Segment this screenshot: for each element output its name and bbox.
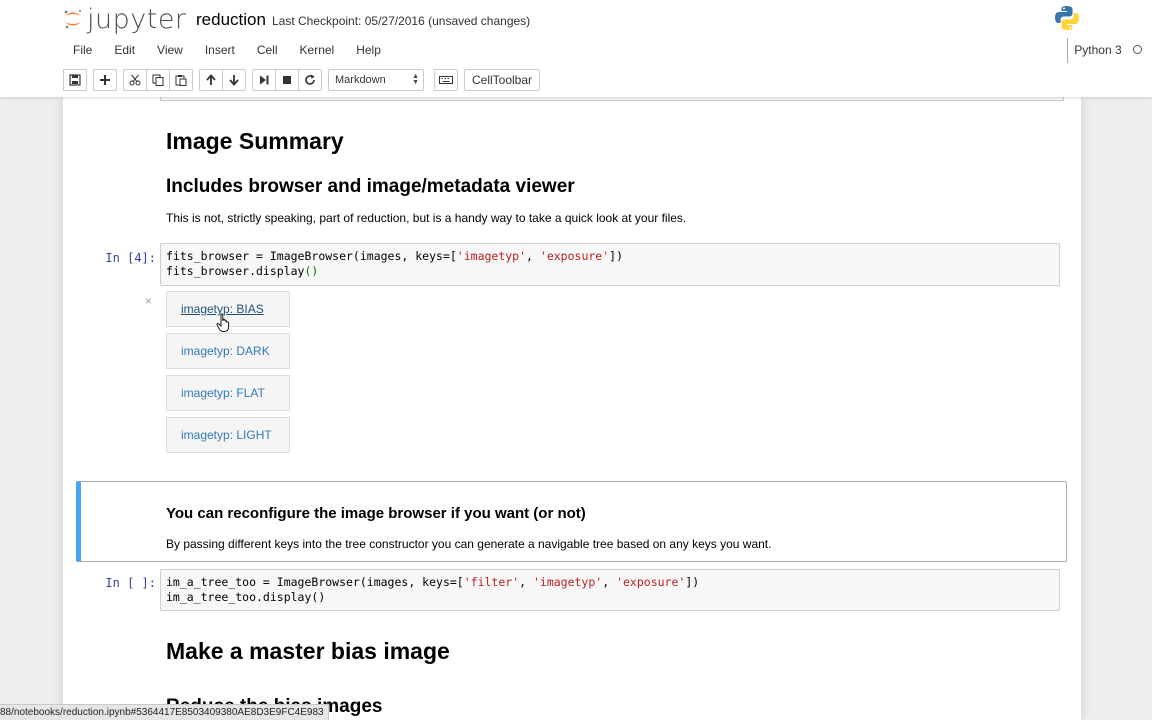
image-browser-flat-button[interactable]: imagetyp: FLAT xyxy=(166,375,290,411)
insert-cell-button[interactable] xyxy=(93,69,117,91)
menu-kernel[interactable]: Kernel xyxy=(289,38,346,63)
code-string: 'imagetyp' xyxy=(456,249,527,263)
hand-pointer-icon xyxy=(216,313,230,332)
step-forward-icon xyxy=(260,75,269,85)
notebook-header: jupyter reduction Last Checkpoint: 05/27… xyxy=(0,0,1152,97)
code-string: 'exposure' xyxy=(616,575,686,589)
celltoolbar-button[interactable]: CellToolbar xyxy=(464,69,541,91)
copy-icon xyxy=(152,74,164,86)
keyboard-icon xyxy=(439,76,453,84)
arrow-up-icon xyxy=(206,74,216,85)
code-cell-tree[interactable]: im_a_tree_too = ImageBrowser(images, key… xyxy=(160,569,1060,611)
move-down-button[interactable] xyxy=(222,69,246,91)
kernel-name: Python 3 xyxy=(1074,43,1122,57)
input-prompt-4: In [4]: xyxy=(105,251,156,265)
menu-view[interactable]: View xyxy=(146,38,194,63)
menu-file[interactable]: File xyxy=(63,38,103,63)
restart-icon xyxy=(305,74,315,85)
code-text: fits_browser = ImageBrowser(images, keys… xyxy=(166,249,457,263)
paste-button[interactable] xyxy=(169,69,193,91)
cut-button[interactable] xyxy=(123,69,147,91)
heading-browser-viewer: Includes browser and image/metadata view… xyxy=(166,176,575,197)
code-text: im_a_tree_too = ImageBrowser(images, key… xyxy=(166,575,464,589)
code-text: im_a_tree_too.display() xyxy=(166,590,326,604)
paragraph-reconfigure: By passing different keys into the tree … xyxy=(166,537,772,551)
code-text: ]) xyxy=(685,575,700,589)
run-cell-button[interactable] xyxy=(252,69,276,91)
checkpoint-status: Last Checkpoint: 05/27/2016 (unsaved cha… xyxy=(272,14,531,28)
copy-button[interactable] xyxy=(146,69,170,91)
restart-kernel-button[interactable] xyxy=(298,69,322,91)
move-up-button[interactable] xyxy=(199,69,223,91)
menu-help[interactable]: Help xyxy=(345,38,392,63)
command-palette-button[interactable] xyxy=(434,69,458,91)
heading-reconfigure: You can reconfigure the image browser if… xyxy=(166,505,586,522)
code-text: fits_browser.display xyxy=(166,264,305,278)
code-parens: () xyxy=(304,264,319,278)
jupyter-orbit-icon xyxy=(64,10,81,29)
save-button[interactable] xyxy=(63,69,87,91)
cell-type-value: Markdown xyxy=(335,74,386,86)
toolbar: Markdown ▲ ▼ CellToolbar xyxy=(63,68,541,92)
heading-master-bias: Make a master bias image xyxy=(166,638,450,664)
code-text: , xyxy=(519,575,533,589)
python-logo-icon xyxy=(1055,6,1079,30)
cell-type-select[interactable]: Markdown ▲ ▼ xyxy=(328,69,424,91)
previous-cell-edge xyxy=(160,97,1064,101)
code-cell-fits-browser[interactable]: fits_browser = ImageBrowser(images, keys… xyxy=(160,243,1060,286)
jupyter-brand-text: jupyter xyxy=(87,3,187,35)
notebook-container: Image Summary Includes browser and image… xyxy=(63,97,1081,720)
code-text: , xyxy=(602,575,617,589)
code-text: , xyxy=(526,249,540,263)
image-browser-light-button[interactable]: imagetyp: LIGHT xyxy=(166,417,290,453)
code-string: 'exposure' xyxy=(539,249,610,263)
menu-insert[interactable]: Insert xyxy=(194,38,246,63)
paste-icon xyxy=(175,75,187,86)
menu-cell[interactable]: Cell xyxy=(246,38,289,63)
menu-edit[interactable]: Edit xyxy=(103,38,146,63)
save-icon xyxy=(69,74,81,86)
interrupt-kernel-button[interactable] xyxy=(275,69,299,91)
arrow-down-icon xyxy=(229,75,239,86)
status-bar-url: 88/notebooks/reduction.ipynb#5364417E850… xyxy=(0,704,329,720)
kernel-status[interactable]: Python 3 xyxy=(1067,38,1142,63)
menubar: File Edit View Insert Cell Kernel Help xyxy=(63,38,1081,63)
heading-image-summary: Image Summary xyxy=(166,128,344,154)
code-string: 'filter' xyxy=(463,575,520,589)
notebook-name[interactable]: reduction xyxy=(196,10,266,30)
select-arrows-icon: ▲ ▼ xyxy=(412,73,419,86)
kernel-idle-icon xyxy=(1133,45,1142,55)
cut-icon xyxy=(129,74,141,86)
close-output-icon[interactable]: × xyxy=(145,294,152,308)
input-prompt-empty: In [ ]: xyxy=(105,576,156,590)
jupyter-logo[interactable]: jupyter xyxy=(63,3,187,35)
plus-icon xyxy=(100,75,110,85)
code-text: ]) xyxy=(609,249,624,263)
paragraph-browser: This is not, strictly speaking, part of … xyxy=(166,211,687,225)
code-string: 'imagetyp' xyxy=(532,575,603,589)
stop-icon xyxy=(283,76,291,84)
image-browser-dark-button[interactable]: imagetyp: DARK xyxy=(166,333,290,369)
